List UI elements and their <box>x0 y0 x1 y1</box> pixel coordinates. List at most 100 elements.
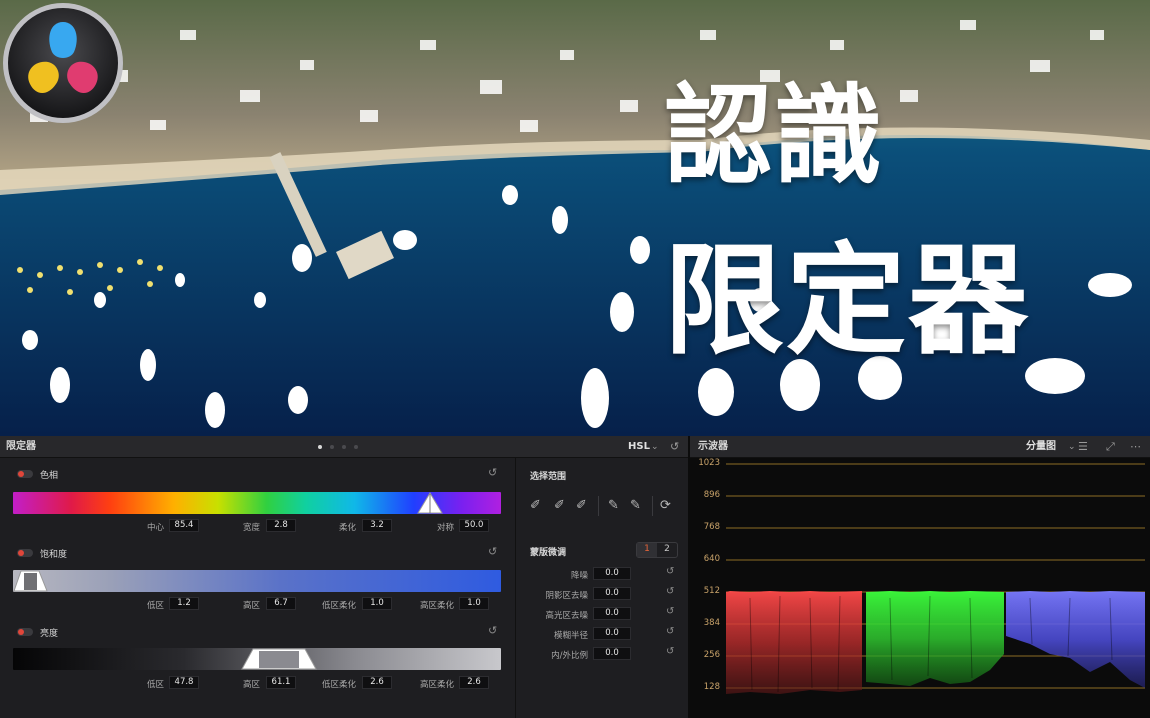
blur-radius-reset-icon[interactable]: ↺ <box>666 626 674 637</box>
scope-panel-title: 示波器 <box>698 441 728 452</box>
blue-channel-trace <box>1006 591 1145 688</box>
hue-label: 色相 <box>40 471 59 481</box>
hero-title-line2: 限定器 <box>664 232 1030 371</box>
eyedropper-icon[interactable]: ✐ <box>530 498 541 513</box>
luminance-low-label: 低区 <box>146 680 164 690</box>
luminance-enable-toggle[interactable] <box>17 628 33 636</box>
scope-tick-label: 256 <box>703 650 720 660</box>
luminance-high-soft-field[interactable]: 2.6 <box>459 676 489 689</box>
saturation-reset-icon[interactable]: ↺ <box>488 545 497 558</box>
matte-finesse-title: 蒙版微调 <box>530 548 567 558</box>
page-dot[interactable] <box>354 445 358 449</box>
scope-tick-label: 384 <box>703 618 720 628</box>
luminance-range-bar[interactable] <box>13 648 501 670</box>
scope-panel-header: 示波器 分量图 ⌄ ☰ ⤢ ⋯ <box>690 436 1150 458</box>
selection-range-title: 选择范围 <box>530 472 567 482</box>
green-channel-trace <box>866 591 1004 686</box>
luminance-low-field[interactable]: 47.8 <box>169 676 199 689</box>
saturation-range-bar[interactable] <box>13 570 501 592</box>
shadow-denoise-reset-icon[interactable]: ↺ <box>666 586 674 597</box>
scope-tick-label: 640 <box>703 554 720 564</box>
hue-symmetry-field[interactable]: 50.0 <box>459 519 489 532</box>
scope-tick-label: 896 <box>703 490 720 500</box>
hue-center-field[interactable]: 85.4 <box>169 519 199 532</box>
blur-radius-label: 模糊半径 <box>553 631 588 641</box>
qualifier-panel-header: 限定器 HSL ⌄ ↺ <box>0 436 688 458</box>
saturation-low-field[interactable]: 1.2 <box>169 597 199 610</box>
shadow-denoise-label: 阴影区去噪 <box>545 591 588 601</box>
matte-finesse-tabs: 1 2 <box>636 542 678 558</box>
saturation-high-label: 高区 <box>242 601 260 611</box>
qualifier-mode-select[interactable]: HSL <box>628 436 650 458</box>
eyedropper-minus-icon[interactable]: ✐ <box>554 498 565 513</box>
hue-range-handle[interactable] <box>417 492 443 514</box>
saturation-low-soft-field[interactable]: 1.0 <box>362 597 392 610</box>
saturation-high-soft-field[interactable]: 1.0 <box>459 597 489 610</box>
scope-mode-select[interactable]: 分量图 <box>1026 436 1056 458</box>
page-dot[interactable] <box>342 445 346 449</box>
scope-tick-label: 1023 <box>698 458 720 468</box>
denoise-label: 降噪 <box>570 571 588 581</box>
hue-soft-field[interactable]: 3.2 <box>362 519 392 532</box>
highlight-denoise-field[interactable]: 0.0 <box>593 607 631 620</box>
hue-center-label: 中心 <box>146 523 164 533</box>
hue-soft-label: 柔化 <box>338 523 356 533</box>
in-out-ratio-label: 内/外比例 <box>551 651 588 661</box>
saturation-low-label: 低区 <box>146 601 164 611</box>
saturation-enable-toggle[interactable] <box>17 549 33 557</box>
hero-image: 認識 限定器 <box>0 0 1150 436</box>
expand-icon[interactable]: ⤢ <box>1106 436 1115 458</box>
more-options-icon[interactable]: ⋯ <box>1130 436 1141 458</box>
luminance-high-label: 高区 <box>242 680 260 690</box>
softness-plus-icon[interactable]: ✎ <box>630 498 641 513</box>
hue-range-bar[interactable] <box>13 492 501 514</box>
page-dots[interactable] <box>318 445 358 449</box>
parade-scope: 1023 896 768 640 512 384 256 128 <box>690 458 1150 718</box>
qualifier-panel: 色相 ↺ 中心 85.4 宽度 2.8 柔化 3.2 对称 50.0 饱和度 ↺… <box>0 458 515 718</box>
blur-radius-field[interactable]: 0.0 <box>593 627 631 640</box>
parade-waveform <box>726 463 1145 694</box>
eyedropper-plus-icon[interactable]: ✐ <box>576 498 587 513</box>
luminance-high-soft-label: 高区柔化 <box>419 680 454 690</box>
hue-reset-icon[interactable]: ↺ <box>488 466 497 479</box>
highlight-denoise-reset-icon[interactable]: ↺ <box>666 606 674 617</box>
hue-width-label: 宽度 <box>242 523 260 533</box>
matte-tab-2[interactable]: 2 <box>657 543 677 557</box>
scope-settings-icon[interactable]: ☰ <box>1078 436 1088 458</box>
saturation-low-soft-label: 低区柔化 <box>321 601 356 611</box>
saturation-range-handle[interactable] <box>13 570 49 592</box>
scope-tick-label: 512 <box>703 586 720 596</box>
saturation-high-field[interactable]: 6.7 <box>266 597 296 610</box>
chevron-down-icon[interactable]: ⌄ <box>1068 436 1076 458</box>
toolbar-divider <box>598 496 599 516</box>
page-dot[interactable] <box>318 445 322 449</box>
softness-minus-icon[interactable]: ✎ <box>608 498 619 513</box>
luminance-high-field[interactable]: 61.1 <box>266 676 296 689</box>
davinci-resolve-logo-icon <box>3 3 123 123</box>
page-dot[interactable] <box>330 445 334 449</box>
hue-enable-toggle[interactable] <box>17 470 33 478</box>
matte-tab-1[interactable]: 1 <box>637 543 657 557</box>
scope-tick-label: 768 <box>703 522 720 532</box>
denoise-field[interactable]: 0.0 <box>593 567 631 580</box>
luminance-low-soft-field[interactable]: 2.6 <box>362 676 392 689</box>
selection-range-panel: 选择范围 ✐ ✐ ✐ ✎ ✎ ⟳ 蒙版微调 1 2 降噪 0.0 ↺ 阴影区去噪… <box>515 458 688 718</box>
chevron-down-icon[interactable]: ⌄ <box>651 436 659 458</box>
scope-tick-label: 128 <box>703 682 720 692</box>
reset-all-icon[interactable]: ↺ <box>670 436 679 458</box>
hero-title-line1: 認識 <box>664 74 885 199</box>
luminance-reset-icon[interactable]: ↺ <box>488 624 497 637</box>
in-out-ratio-field[interactable]: 0.0 <box>593 647 631 660</box>
red-channel-trace <box>726 591 862 694</box>
shadow-denoise-field[interactable]: 0.0 <box>593 587 631 600</box>
luminance-label: 亮度 <box>40 629 59 639</box>
luminance-range-handle[interactable] <box>241 648 317 670</box>
saturation-high-soft-label: 高区柔化 <box>419 601 454 611</box>
invert-icon[interactable]: ⟳ <box>660 498 671 513</box>
denoise-reset-icon[interactable]: ↺ <box>666 566 674 577</box>
luminance-low-soft-label: 低区柔化 <box>321 680 356 690</box>
saturation-label: 饱和度 <box>40 550 68 560</box>
hue-width-field[interactable]: 2.8 <box>266 519 296 532</box>
in-out-ratio-reset-icon[interactable]: ↺ <box>666 646 674 657</box>
hue-symmetry-label: 对称 <box>436 523 454 533</box>
